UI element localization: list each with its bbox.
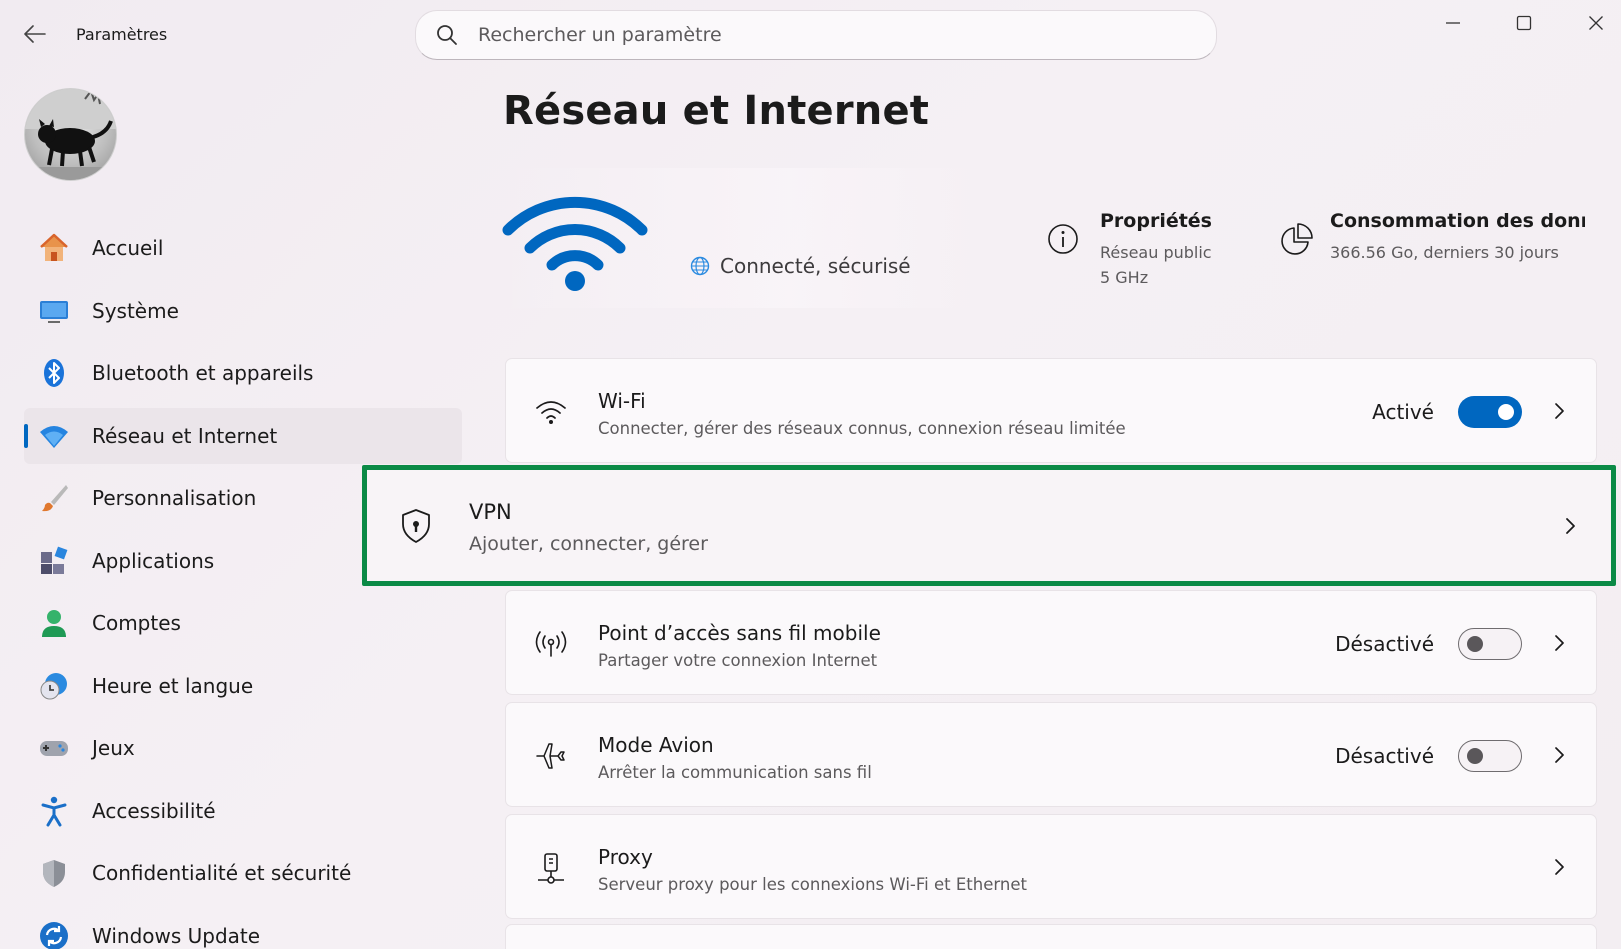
sidebar-item-label: Accueil bbox=[92, 236, 164, 260]
sidebar-item-label: Personnalisation bbox=[92, 486, 257, 510]
sidebar-item-label: Confidentialité et sécurité bbox=[92, 861, 352, 885]
airplane-icon bbox=[534, 739, 568, 773]
minimize-button[interactable] bbox=[1428, 8, 1478, 38]
brush-icon bbox=[38, 482, 70, 514]
data-usage-amount: 366.56 Go, derniers 30 jours bbox=[1330, 243, 1559, 262]
sidebar-item-accueil[interactable]: Accueil bbox=[24, 220, 462, 276]
globe-icon bbox=[690, 256, 710, 276]
sidebar-item-windows-update[interactable]: Windows Update bbox=[24, 908, 462, 949]
chevron-right-icon bbox=[1555, 747, 1564, 763]
hotspot-toggle[interactable] bbox=[1458, 628, 1522, 660]
properties-link[interactable]: Propriétés bbox=[1100, 210, 1212, 232]
wifi-icon bbox=[534, 395, 568, 429]
close-button[interactable] bbox=[1571, 8, 1621, 38]
data-usage-link[interactable]: Consommation des données bbox=[1330, 210, 1585, 232]
card-subtitle: Partager votre connexion Internet bbox=[598, 651, 878, 670]
maximize-button[interactable] bbox=[1499, 8, 1549, 38]
close-icon bbox=[1589, 16, 1603, 30]
chevron-right-icon bbox=[1555, 403, 1564, 419]
toggle-state-label: Désactivé bbox=[1335, 632, 1434, 656]
network-type: Réseau public bbox=[1100, 243, 1212, 262]
chevron-right-icon bbox=[1566, 518, 1575, 534]
card-subtitle: Serveur proxy pour les connexions Wi-Fi … bbox=[598, 875, 1027, 894]
toggle-knob bbox=[1467, 748, 1483, 764]
update-icon bbox=[38, 920, 70, 949]
airplane-mode-toggle[interactable] bbox=[1458, 740, 1522, 772]
sidebar-item-comptes[interactable]: Comptes bbox=[24, 595, 462, 651]
connection-status-text: Connecté, sécurisé bbox=[720, 254, 911, 278]
next-card-partial[interactable] bbox=[505, 924, 1597, 949]
cat-photo-icon bbox=[25, 89, 116, 180]
sidebar-item-label: Windows Update bbox=[92, 923, 261, 948]
system-icon bbox=[38, 295, 70, 327]
maximize-icon bbox=[1516, 15, 1532, 31]
apps-icon bbox=[38, 545, 70, 577]
sidebar-item-bluetooth[interactable]: Bluetooth et appareils bbox=[24, 345, 462, 401]
selection-indicator bbox=[24, 423, 28, 448]
card-title: Mode Avion bbox=[598, 733, 714, 757]
card-subtitle: Connecter, gérer des réseaux connus, con… bbox=[598, 419, 1126, 438]
gamepad-icon bbox=[38, 732, 70, 764]
search-box[interactable]: Rechercher un paramètre bbox=[415, 10, 1217, 60]
toggle-state-label: Activé bbox=[1372, 400, 1434, 424]
sidebar-item-reseau[interactable]: Réseau et Internet bbox=[24, 407, 462, 464]
proxy-icon bbox=[534, 851, 568, 885]
sidebar-item-label: Réseau et Internet bbox=[92, 423, 278, 448]
chevron-right-icon bbox=[1555, 859, 1564, 875]
app-title: Paramètres bbox=[76, 25, 168, 44]
sidebar-item-jeux[interactable]: Jeux bbox=[24, 720, 462, 776]
shield-icon bbox=[38, 857, 70, 889]
network-band: 5 GHz bbox=[1100, 268, 1149, 287]
sidebar-item-label: Jeux bbox=[92, 736, 135, 760]
card-title: VPN bbox=[469, 500, 512, 524]
hotspot-card[interactable]: Point d’accès sans fil mobile Partager v… bbox=[505, 590, 1597, 695]
card-title: Wi-Fi bbox=[598, 389, 646, 413]
toggle-knob bbox=[1498, 404, 1514, 420]
card-title: Proxy bbox=[598, 845, 653, 869]
sidebar-item-confidentialite[interactable]: Confidentialité et sécurité bbox=[24, 845, 462, 901]
sidebar-item-label: Comptes bbox=[92, 611, 181, 635]
wifi-card[interactable]: Wi-Fi Connecter, gérer des réseaux connu… bbox=[505, 358, 1597, 463]
card-subtitle: Arrêter la communication sans fil bbox=[598, 763, 872, 782]
wifi-toggle[interactable] bbox=[1458, 396, 1522, 428]
connection-status: Connecté, sécurisé bbox=[690, 254, 911, 278]
search-input[interactable]: Rechercher un paramètre bbox=[478, 24, 722, 46]
vpn-card[interactable]: VPN Ajouter, connecter, gérer bbox=[362, 465, 1616, 586]
wifi-signal-icon bbox=[502, 196, 648, 291]
back-arrow-icon bbox=[24, 25, 46, 43]
accessibility-icon bbox=[38, 795, 70, 827]
hotspot-icon bbox=[534, 627, 568, 661]
search-icon bbox=[437, 25, 457, 45]
page-title: Réseau et Internet bbox=[503, 88, 930, 134]
card-subtitle: Ajouter, connecter, gérer bbox=[469, 533, 708, 555]
toggle-knob bbox=[1467, 636, 1483, 652]
toggle-state-label: Désactivé bbox=[1335, 744, 1434, 768]
sidebar-item-systeme[interactable]: Système bbox=[24, 283, 462, 339]
sidebar-item-label: Applications bbox=[92, 548, 215, 573]
network-icon bbox=[38, 420, 70, 452]
home-icon bbox=[38, 232, 70, 264]
data-usage-icon[interactable] bbox=[1278, 222, 1314, 258]
sidebar-item-label: Heure et langue bbox=[92, 673, 254, 698]
airplane-mode-card[interactable]: Mode Avion Arrêter la communication sans… bbox=[505, 702, 1597, 807]
account-icon bbox=[38, 607, 70, 639]
sidebar-item-accessibilite[interactable]: Accessibilité bbox=[24, 783, 462, 839]
bluetooth-icon bbox=[38, 357, 70, 389]
minimize-icon bbox=[1446, 22, 1460, 24]
user-avatar[interactable] bbox=[24, 88, 117, 181]
info-icon[interactable] bbox=[1046, 222, 1080, 256]
back-button[interactable] bbox=[22, 22, 48, 46]
sidebar-item-label: Accessibilité bbox=[92, 798, 216, 823]
vpn-shield-icon bbox=[402, 509, 430, 543]
proxy-card[interactable]: Proxy Serveur proxy pour les connexions … bbox=[505, 814, 1597, 919]
chevron-right-icon bbox=[1555, 635, 1564, 651]
sidebar-item-heure-langue[interactable]: Heure et langue bbox=[24, 658, 462, 714]
settings-window: Paramètres Rechercher un paramètre Accue… bbox=[0, 0, 1621, 949]
sidebar-item-label: Système bbox=[92, 298, 179, 323]
card-title: Point d’accès sans fil mobile bbox=[598, 621, 881, 645]
time-language-icon bbox=[38, 670, 70, 702]
sidebar-item-label: Bluetooth et appareils bbox=[92, 361, 314, 385]
